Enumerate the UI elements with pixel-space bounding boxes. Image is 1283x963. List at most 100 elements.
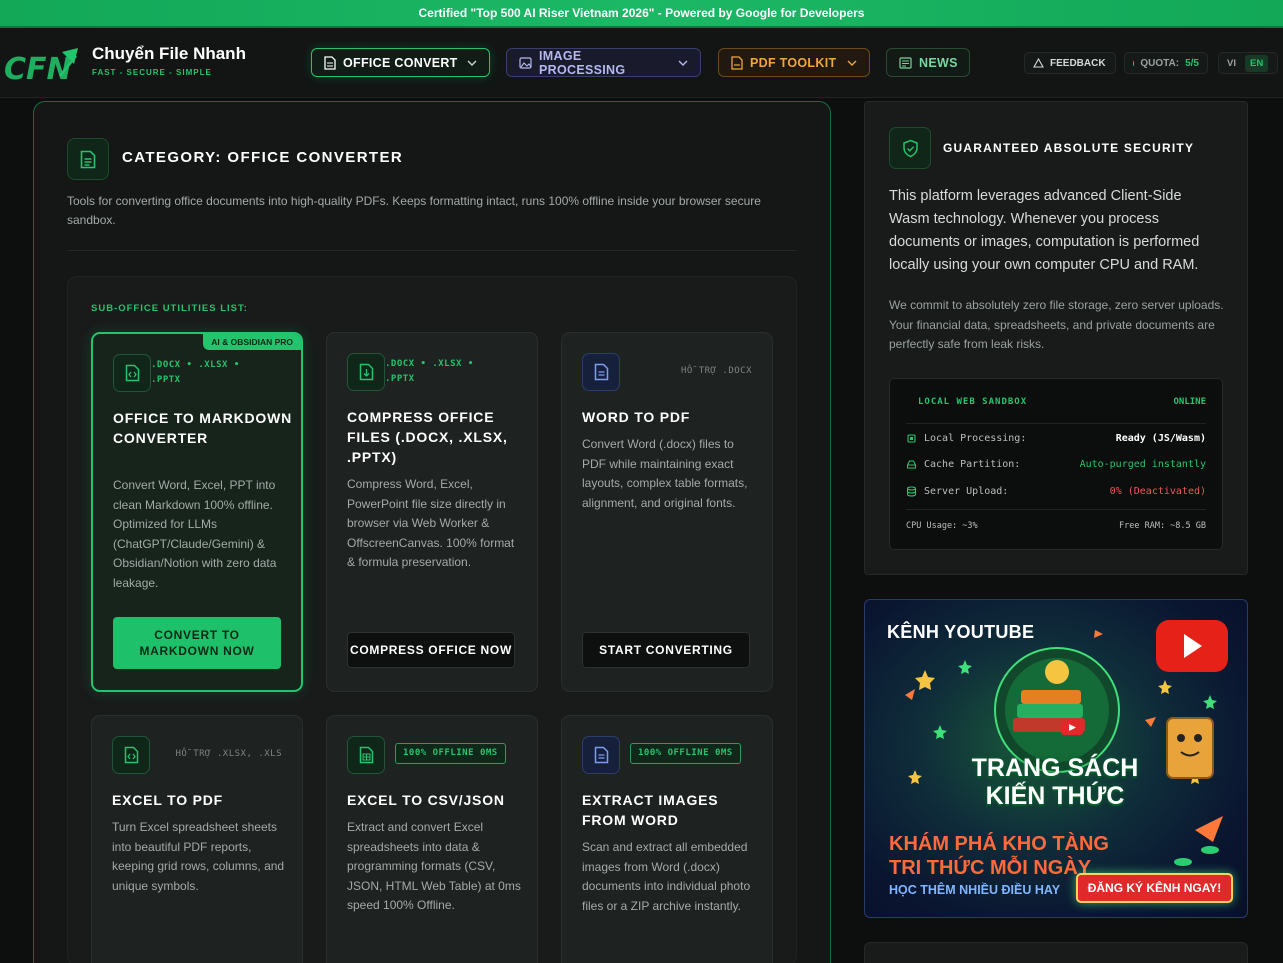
top-certification-banner: Certified "Top 500 AI Riser Vietnam 2026…	[0, 0, 1283, 28]
tool-card-compress-office[interactable]: .DOCX • .XLSX • .PPTX COMPRESS OFFICE FI…	[326, 332, 538, 692]
document-icon	[80, 150, 96, 168]
sub-utilities-panel: SUB-OFFICE UTILITIES LIST: AI & OBSIDIAN…	[67, 276, 797, 963]
tool-title: EXTRACT IMAGES FROM WORD	[582, 792, 719, 828]
tool-icon-box	[582, 736, 620, 774]
youtube-channel-title: TRANG SÁCH KIẾN THỨC	[970, 754, 1140, 810]
shield-check-icon	[902, 139, 918, 157]
newspaper-icon	[899, 56, 912, 69]
compress-office-button[interactable]: COMPRESS OFFICE NOW	[347, 632, 515, 668]
tool-card-office-to-markdown[interactable]: AI & OBSIDIAN PRO .DOCX • .XLSX • .PPTX …	[91, 332, 303, 692]
word-file-icon	[594, 746, 608, 764]
tool-icon-box	[112, 736, 150, 774]
tool-description: Convert Word, Excel, PPT into clean Mark…	[113, 478, 277, 590]
sandbox-row-cache: Cache Partition: Auto-purged instantly	[906, 456, 1206, 472]
code-file-icon	[125, 364, 139, 382]
chevron-down-icon	[678, 60, 688, 66]
tool-title: EXCEL TO CSV/JSON	[347, 792, 505, 808]
start-converting-button[interactable]: START CONVERTING	[582, 632, 750, 668]
youtube-channel-label: KÊNH YOUTUBE	[887, 622, 1035, 642]
nav-image-label: IMAGE PROCESSING	[539, 48, 626, 77]
site-logo-icon[interactable]: CFN	[4, 46, 82, 86]
nav-pdf-toolkit[interactable]: PDF TOOLKIT	[718, 48, 870, 77]
tool-icon-box	[113, 354, 151, 392]
svg-text:CFN: CFN	[4, 52, 72, 86]
category-icon-box	[67, 138, 109, 180]
offline-badge: 100% OFFLINE 0MS	[630, 743, 741, 764]
nav-pdf-label: PDF TOOLKIT	[750, 55, 837, 70]
document-icon	[324, 55, 336, 70]
title-line-1: TRANG SÁCH	[971, 754, 1139, 782]
divider	[906, 509, 1206, 510]
category-description: Tools for converting office documents in…	[67, 194, 761, 227]
compress-file-icon	[359, 363, 373, 381]
convert-to-markdown-button[interactable]: CONVERT TO MARKDOWN NOW	[113, 617, 281, 669]
cpu-icon	[907, 433, 916, 443]
feedback-button[interactable]: FEEDBACK	[1024, 52, 1116, 74]
quota-label: QUOTA:	[1140, 57, 1180, 69]
lang-vi-button[interactable]: VI	[1222, 55, 1241, 72]
security-title: GUARANTEED ABSOLUTE SECURITY	[943, 141, 1195, 155]
sandbox-footer: CPU Usage: ~3% Free RAM: ~8.5 GB	[906, 521, 1206, 531]
status-dot-icon	[1133, 60, 1135, 66]
sandbox-value: Ready (JS/Wasm)	[1115, 432, 1206, 444]
nav-news-label: NEWS	[919, 55, 958, 70]
tool-card-excel-to-pdf[interactable]: HỖ TRỢ .XLSX, .XLS EXCEL TO PDF Turn Exc…	[91, 715, 303, 963]
sandbox-status: ONLINE	[1173, 397, 1206, 407]
youtube-channel-banner[interactable]: KÊNH YOUTUBE TRANG SÁCH KIẾN THỨC KHÁM P…	[864, 599, 1248, 918]
tool-card-extract-images[interactable]: 100% OFFLINE 0MS EXTRACT IMAGES FROM WOR…	[561, 715, 773, 963]
security-card: GUARANTEED ABSOLUTE SECURITY This platfo…	[864, 101, 1248, 575]
discover-text: KHÁM PHÁ KHO TÀNG TRI THỨC MỖI NGÀY	[889, 832, 1109, 880]
tool-description: Compress Word, Excel, PowerPoint file si…	[347, 477, 515, 569]
sub-utilities-label: SUB-OFFICE UTILITIES LIST:	[91, 303, 248, 314]
sandbox-row-upload: Server Upload: 0% (Deactivated)	[906, 483, 1206, 499]
tool-card-excel-to-csv-json[interactable]: 100% OFFLINE 0MS EXCEL TO CSV/JSON Extra…	[326, 715, 538, 963]
warning-icon	[1033, 58, 1044, 68]
tool-formats: .DOCX • .XLSX • .PPTX	[385, 359, 474, 384]
word-file-icon	[594, 363, 608, 381]
database-icon	[906, 485, 917, 497]
feedback-label: FEEDBACK	[1050, 57, 1106, 69]
code-file-icon	[124, 746, 138, 764]
nav-office-convert[interactable]: OFFICE CONVERT	[311, 48, 490, 77]
tool-formats: .DOCX • .XLSX • .PPTX	[151, 360, 240, 385]
security-paragraph-2: We commit to absolutely zero file storag…	[889, 298, 1224, 351]
title-line-2: KIẾN THỨC	[985, 782, 1125, 810]
tool-card-word-to-pdf[interactable]: HỖ TRỢ .DOCX WORD TO PDF Convert Word (.…	[561, 332, 773, 692]
category-panel: CATEGORY: OFFICE CONVERTER Tools for con…	[33, 101, 831, 963]
sidebar-card	[864, 942, 1248, 963]
tool-icon-box	[347, 353, 385, 391]
nav-image-processing[interactable]: IMAGE PROCESSING	[506, 48, 701, 77]
tool-formats: HỖ TRỢ .XLSX, .XLS	[175, 749, 282, 759]
nav-office-label: OFFICE CONVERT	[343, 55, 458, 70]
offline-badge: 100% OFFLINE 0MS	[395, 743, 506, 764]
tool-title: COMPRESS OFFICE FILES (.DOCX, .XLSX, .PP…	[347, 409, 508, 465]
tool-title: EXCEL TO PDF	[112, 792, 223, 808]
spreadsheet-icon	[359, 746, 373, 764]
shield-icon-box	[889, 127, 931, 169]
tool-description: Extract and convert Excel spreadsheets i…	[347, 820, 521, 912]
brand-tagline: FAST - SECURE - SIMPLE	[92, 68, 212, 77]
youtube-subtitle: HỌC THÊM NHIỀU ĐIỀU HAY	[889, 883, 1061, 897]
local-sandbox-panel: LOCAL WEB SANDBOX ONLINE Local Processin…	[889, 378, 1223, 550]
brand-name[interactable]: Chuyển File Nhanh	[92, 44, 246, 64]
chevron-down-icon	[847, 60, 857, 66]
category-title: CATEGORY: OFFICE CONVERTER	[122, 149, 404, 166]
drive-icon	[906, 459, 917, 469]
security-paragraph-1: This platform leverages advanced Client-…	[889, 188, 1200, 273]
subscribe-button[interactable]: ĐĂNG KÝ KÊNH NGAY!	[1076, 873, 1233, 903]
language-switcher: VI EN	[1218, 52, 1278, 74]
chevron-down-icon	[467, 60, 477, 66]
sandbox-value: Auto-purged instantly	[1079, 458, 1206, 470]
tool-title: OFFICE TO MARKDOWN CONVERTER	[113, 410, 293, 446]
sandbox-row-processing: Local Processing: Ready (JS/Wasm)	[906, 430, 1206, 446]
sandbox-key: Local Processing:	[924, 432, 1027, 444]
tool-title: WORD TO PDF	[582, 409, 691, 425]
divider	[67, 250, 797, 251]
sandbox-value: 0% (Deactivated)	[1109, 485, 1206, 497]
tool-description: Convert Word (.docx) files to PDF while …	[582, 437, 748, 510]
nav-news[interactable]: NEWS	[886, 48, 970, 77]
cpu-usage: CPU Usage: ~3%	[906, 521, 978, 531]
lang-en-button[interactable]: EN	[1244, 54, 1269, 72]
sandbox-key: Cache Partition:	[924, 458, 1021, 470]
image-icon	[519, 56, 532, 69]
